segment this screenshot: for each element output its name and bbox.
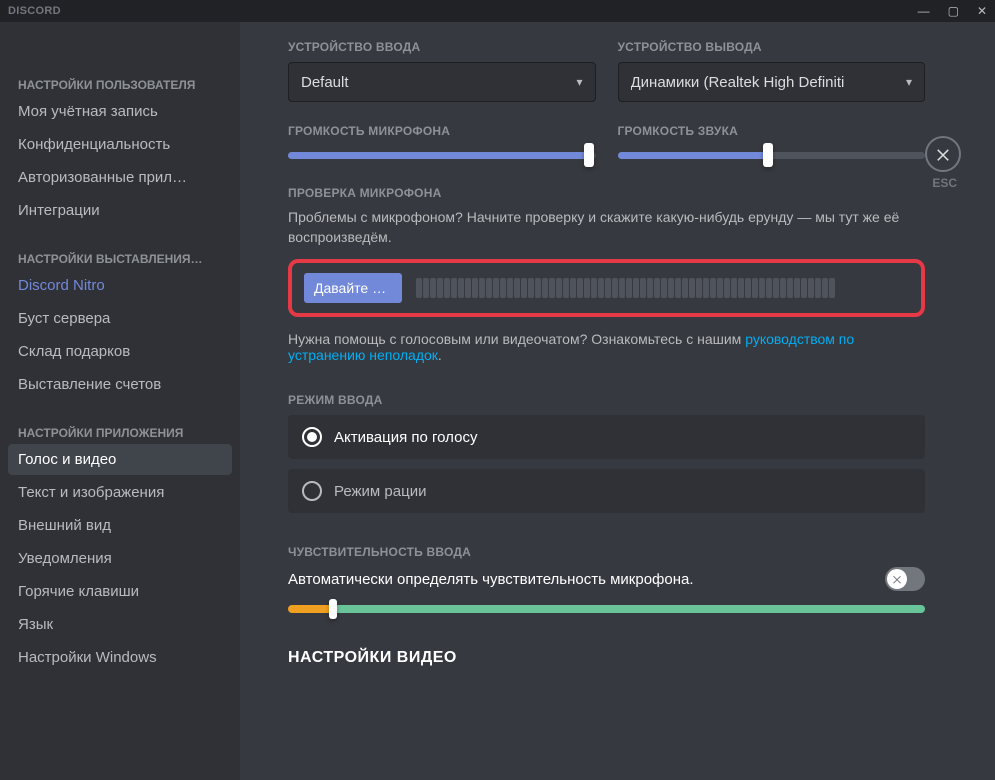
close-window-button[interactable]: ✕ [977,4,987,18]
close-icon [891,573,903,585]
radio-icon [302,427,322,447]
sidebar-item-authorized-apps[interactable]: Авторизованные прил… [8,162,232,193]
output-volume-label: ГРОМКОСТЬ ЗВУКА [618,124,926,138]
sidebar-item-language[interactable]: Язык [8,609,232,640]
output-device-select[interactable]: Динамики (Realtek High Definiti ▾ [618,62,926,102]
sidebar-item-appearance[interactable]: Внешний вид [8,510,232,541]
input-device-select[interactable]: Default ▾ [288,62,596,102]
input-mode-push-to-talk[interactable]: Режим рации [288,469,925,513]
mic-test-label: ПРОВЕРКА МИКРОФОНА [288,186,925,200]
sidebar-item-keybinds[interactable]: Горячие клавиши [8,576,232,607]
output-device-value: Динамики (Realtek High Definiti [631,74,845,91]
close-label: ESC [932,176,957,190]
mic-test-highlight: Давайте пр… [288,259,925,317]
sidebar-header-billing: НАСТРОЙКИ ВЫСТАВЛЕНИЯ… [8,246,232,270]
sidebar-header-user: НАСТРОЙКИ ПОЛЬЗОВАТЕЛЯ [8,72,232,96]
settings-content: УСТРОЙСТВО ВВОДА Default ▾ УСТРОЙСТВО ВЫ… [240,22,995,780]
chevron-down-icon: ▾ [906,75,912,89]
close-icon [934,145,952,163]
input-mode-voice-activity[interactable]: Активация по голосу [288,415,925,459]
sidebar-item-voice-video[interactable]: Голос и видео [8,444,232,475]
titlebar: DISCORD — ▢ ✕ [0,0,995,22]
sidebar-item-text-images[interactable]: Текст и изображения [8,477,232,508]
toggle-knob [887,569,907,589]
sidebar-item-privacy[interactable]: Конфиденциальность [8,129,232,160]
minimize-button[interactable]: — [918,4,930,18]
chevron-down-icon: ▾ [576,75,582,89]
app-brand: DISCORD [8,5,61,17]
sensitivity-auto-label: Автоматически определять чувствительност… [288,571,694,588]
input-mode-label: РЕЖИМ ВВОДА [288,393,925,407]
sensitivity-slider[interactable] [288,605,925,613]
video-settings-header: НАСТРОЙКИ ВИДЕО [288,649,925,667]
sidebar-item-gift-inventory[interactable]: Склад подарков [8,336,232,367]
radio-icon [302,481,322,501]
settings-sidebar: НАСТРОЙКИ ПОЛЬЗОВАТЕЛЯ Моя учётная запис… [0,22,240,780]
maximize-button[interactable]: ▢ [948,4,959,18]
output-device-label: УСТРОЙСТВО ВЫВОДА [618,40,926,54]
sidebar-item-integrations[interactable]: Интеграции [8,195,232,226]
output-volume-slider[interactable] [618,146,926,164]
mic-test-desc: Проблемы с микрофоном? Начните проверку … [288,208,925,247]
sensitivity-auto-toggle[interactable] [885,567,925,591]
input-volume-label: ГРОМКОСТЬ МИКРОФОНА [288,124,596,138]
sidebar-item-windows[interactable]: Настройки Windows [8,642,232,673]
sidebar-header-app: НАСТРОЙКИ ПРИЛОЖЕНИЯ [8,420,232,444]
input-volume-slider[interactable] [288,146,596,164]
voice-help-text: Нужна помощь с голосовым или видеочатом?… [288,331,925,363]
input-device-label: УСТРОЙСТВО ВВОДА [288,40,596,54]
sidebar-item-billing[interactable]: Выставление счетов [8,369,232,400]
mic-level-meter [416,278,909,298]
sidebar-item-nitro[interactable]: Discord Nitro [8,270,232,301]
sidebar-item-my-account[interactable]: Моя учётная запись [8,96,232,127]
sidebar-item-server-boost[interactable]: Буст сервера [8,303,232,334]
sensitivity-label: ЧУВСТВИТЕЛЬНОСТЬ ВВОДА [288,545,925,559]
input-mode-ptt-label: Режим рации [334,483,426,500]
close-settings-button[interactable] [925,136,961,172]
input-device-value: Default [301,74,349,91]
mic-test-button[interactable]: Давайте пр… [304,273,402,303]
input-mode-voice-label: Активация по голосу [334,429,477,446]
sidebar-item-notifications[interactable]: Уведомления [8,543,232,574]
window-buttons: — ▢ ✕ [918,4,987,18]
